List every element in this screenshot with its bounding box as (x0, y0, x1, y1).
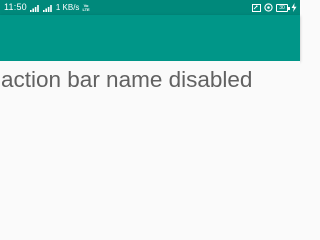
status-clock: 11:50 (4, 2, 27, 12)
volte-line2: LTE (82, 6, 90, 12)
signal-strength-icon (29, 4, 40, 12)
battery-icon: 30 (276, 3, 290, 12)
battery-level: 30 (279, 4, 285, 11)
content-area: action bar name disabled (0, 61, 300, 210)
status-right-group: 30 (252, 0, 297, 15)
charging-icon (291, 3, 297, 12)
data-saver-icon (264, 3, 273, 12)
cast-icon (252, 3, 261, 12)
status-left-group: 11:50 1 KB/s Vo LTE (4, 0, 90, 15)
volte-icon: Vo LTE (82, 3, 90, 12)
status-bar: 11:50 1 KB/s Vo LTE 30 (0, 0, 300, 15)
action-bar (0, 15, 300, 61)
main-text: action bar name disabled (1, 67, 253, 92)
signal-strength-secondary-icon (42, 4, 53, 12)
network-speed: 1 KB/s (55, 3, 80, 12)
